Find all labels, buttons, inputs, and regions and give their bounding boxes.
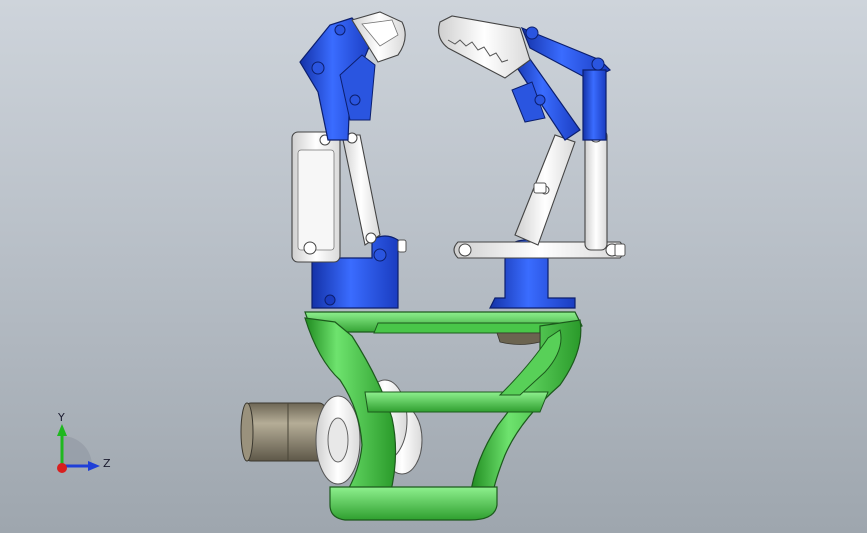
right-finger-assembly[interactable]: [438, 15, 625, 309]
graphics-viewport[interactable]: Y Z: [0, 0, 867, 533]
axis-label-z: Z: [103, 457, 111, 470]
gripper-assembly-model[interactable]: [0, 0, 867, 533]
left-finger-assembly[interactable]: [291, 11, 406, 309]
motor-cylinder[interactable]: [240, 402, 326, 462]
coordinate-triad: Y Z: [50, 410, 120, 480]
axis-label-y: Y: [58, 411, 65, 424]
